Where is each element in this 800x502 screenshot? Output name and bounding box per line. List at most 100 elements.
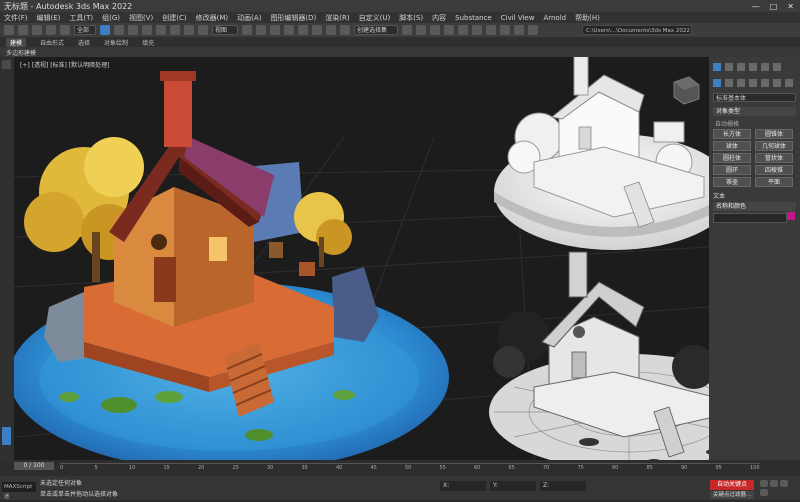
link-icon[interactable] xyxy=(32,25,42,35)
minimize-button[interactable]: — xyxy=(752,2,760,11)
menu-civil-view[interactable]: Civil View xyxy=(501,14,535,22)
menu-edit[interactable]: 编辑(E) xyxy=(37,13,61,23)
z-coordinate-field[interactable]: Z: xyxy=(540,481,586,491)
shapes-icon[interactable] xyxy=(725,79,733,87)
menu-file[interactable]: 文件(F) xyxy=(4,13,28,23)
plane-button[interactable]: 平面 xyxy=(755,177,793,187)
tube-button[interactable]: 管状体 xyxy=(755,153,793,163)
redo-icon[interactable] xyxy=(18,25,28,35)
tab-selection[interactable]: 选择 xyxy=(78,38,90,47)
menu-substance[interactable]: Substance xyxy=(455,14,492,22)
edit-named-selection-icon[interactable] xyxy=(340,25,350,35)
menu-scripting[interactable]: 脚本(S) xyxy=(399,13,423,23)
angle-snap-icon[interactable] xyxy=(298,25,308,35)
menu-group[interactable]: 组(G) xyxy=(102,13,120,23)
key-filters-button[interactable]: 关键点过滤器... xyxy=(710,491,754,499)
maximize-button[interactable]: □ xyxy=(770,2,778,11)
object-color-swatch[interactable] xyxy=(787,212,795,220)
previous-frame-icon[interactable] xyxy=(770,480,778,487)
reference-coordinate-dropdown[interactable]: 视图 xyxy=(212,25,238,35)
rectangle-selection-icon[interactable] xyxy=(128,25,138,35)
viewport-label[interactable]: [+] [透视] [标准] [默认明暗处理] xyxy=(20,60,109,69)
geosphere-button[interactable]: 几何球体 xyxy=(755,141,793,151)
render-setup-icon[interactable] xyxy=(500,25,510,35)
menu-views[interactable]: 视图(V) xyxy=(129,13,153,23)
close-button[interactable]: ✕ xyxy=(787,2,794,11)
box-button[interactable]: 长方体 xyxy=(713,129,751,139)
menu-tools[interactable]: 工具(T) xyxy=(69,13,93,23)
auto-key-button[interactable]: 自动关键点 xyxy=(710,480,754,490)
torus-button[interactable]: 圆环 xyxy=(713,165,751,175)
menu-create[interactable]: 创建(C) xyxy=(162,13,186,23)
select-by-name-icon[interactable] xyxy=(114,25,124,35)
percent-snap-icon[interactable] xyxy=(312,25,322,35)
selection-filter-dropdown[interactable]: 全部 xyxy=(74,25,96,35)
cylinder-button[interactable]: 圆柱体 xyxy=(713,153,751,163)
tab-object-paint[interactable]: 对象绘制 xyxy=(104,38,128,47)
next-frame-icon[interactable] xyxy=(760,489,768,496)
render-production-icon[interactable] xyxy=(528,25,538,35)
keyboard-shortcut-icon[interactable] xyxy=(270,25,280,35)
sphere-button[interactable]: 球体 xyxy=(713,141,751,151)
autogrid-checkbox[interactable]: 自动栅格 xyxy=(715,119,739,128)
mirror-icon[interactable] xyxy=(402,25,412,35)
unlink-icon[interactable] xyxy=(46,25,56,35)
primitive-type-dropdown[interactable]: 标准基本体 xyxy=(713,93,796,102)
menu-arnold[interactable]: Arnold xyxy=(543,14,566,22)
object-type-header[interactable]: 对象类型 xyxy=(713,107,796,116)
menu-content[interactable]: 内容 xyxy=(432,13,446,23)
menu-graph-editors[interactable]: 图形编辑器(D) xyxy=(270,13,316,23)
select-object-icon[interactable] xyxy=(100,25,110,35)
hierarchy-tab-icon[interactable] xyxy=(737,63,745,71)
x-coordinate-field[interactable]: X: xyxy=(440,481,486,491)
select-manipulate-icon[interactable] xyxy=(256,25,266,35)
menu-modifiers[interactable]: 修改器(M) xyxy=(196,13,229,23)
lights-icon[interactable] xyxy=(737,79,745,87)
rotate-icon[interactable] xyxy=(170,25,180,35)
maxscript-listener[interactable]: MAXScript 迷 xyxy=(2,482,36,500)
y-coordinate-field[interactable]: Y: xyxy=(490,481,536,491)
spinner-snap-icon[interactable] xyxy=(326,25,336,35)
object-name-field[interactable] xyxy=(713,213,787,223)
named-selection-set-dropdown[interactable]: 创建选择集 xyxy=(354,25,398,35)
undo-icon[interactable] xyxy=(4,25,14,35)
play-icon[interactable] xyxy=(780,480,788,487)
time-slider[interactable]: 0 / 100 xyxy=(14,462,54,470)
curve-editor-icon[interactable] xyxy=(458,25,468,35)
move-icon[interactable] xyxy=(156,25,166,35)
bind-space-warp-icon[interactable] xyxy=(60,25,70,35)
motion-tab-icon[interactable] xyxy=(749,63,757,71)
teapot-button[interactable]: 茶壶 xyxy=(713,177,751,187)
menu-animation[interactable]: 动画(A) xyxy=(237,13,261,23)
track-bar[interactable]: 0 5 10 15 20 25 30 35 40 45 50 55 60 65 70 75 80 85 90 95 10… xyxy=(60,463,760,474)
perspective-viewport[interactable]: [+] [透视] [标准] [默认明暗处理] xyxy=(14,57,709,460)
display-tab-icon[interactable] xyxy=(761,63,769,71)
polygon-modeling-label[interactable]: 多边形建模 xyxy=(6,48,36,57)
helpers-icon[interactable] xyxy=(761,79,769,87)
create-tab-icon[interactable] xyxy=(713,63,721,71)
menu-rendering[interactable]: 渲染(R) xyxy=(325,13,349,23)
space-warps-icon[interactable] xyxy=(773,79,781,87)
cone-button[interactable]: 圆锥体 xyxy=(755,129,793,139)
project-path-field[interactable]: C:\Users\...\Documents\3ds Max 2022 xyxy=(582,25,692,35)
geometry-icon[interactable] xyxy=(713,79,721,87)
menu-customize[interactable]: 自定义(U) xyxy=(359,13,391,23)
placement-icon[interactable] xyxy=(198,25,208,35)
window-crossing-icon[interactable] xyxy=(142,25,152,35)
scale-icon[interactable] xyxy=(184,25,194,35)
pyramid-button[interactable]: 四棱锥 xyxy=(755,165,793,175)
snap-toggle-icon[interactable] xyxy=(284,25,294,35)
go-to-start-icon[interactable] xyxy=(760,480,768,487)
utilities-tab-icon[interactable] xyxy=(773,63,781,71)
material-editor-icon[interactable] xyxy=(486,25,496,35)
tab-freeform[interactable]: 自由形式 xyxy=(40,38,64,47)
pivot-center-icon[interactable] xyxy=(242,25,252,35)
layer-explorer-icon[interactable] xyxy=(430,25,440,35)
toggle-ribbon-icon[interactable] xyxy=(444,25,454,35)
systems-icon[interactable] xyxy=(785,79,793,87)
tab-populate[interactable]: 填充 xyxy=(142,38,154,47)
view-cube-icon[interactable] xyxy=(673,76,700,105)
layout-icon[interactable] xyxy=(2,60,11,69)
viewport-layout-tab-icon[interactable] xyxy=(2,427,11,445)
tab-modeling[interactable]: 建模 xyxy=(6,37,27,47)
